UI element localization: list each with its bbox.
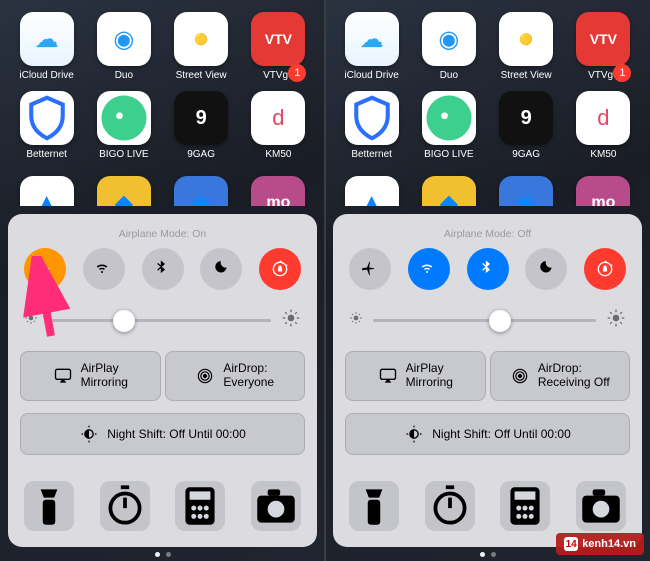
orientation-lock-toggle[interactable] [259, 248, 301, 290]
night-shift-label: Night Shift: Off Until 00:00 [107, 427, 246, 441]
app-row3-1[interactable]: ◆ [416, 170, 482, 206]
night-shift-icon [404, 424, 424, 444]
pane-1: ☁︎iCloud Drive◉Duo🟡Street ViewVTVVTVgoBe… [325, 0, 650, 561]
airplay-label: AirPlayMirroring [406, 362, 453, 390]
app-bigo-live[interactable]: BIGO LIVE [91, 91, 157, 160]
night-shift-label: Night Shift: Off Until 00:00 [432, 427, 571, 441]
airplay-icon [53, 366, 73, 386]
wifi-toggle[interactable] [408, 248, 450, 290]
airplay-label: AirPlayMirroring [81, 362, 128, 390]
night-shift-button[interactable]: Night Shift: Off Until 00:00 [345, 413, 630, 455]
calculator-button[interactable] [175, 481, 225, 531]
airplay-icon [378, 366, 398, 386]
dnd-toggle[interactable] [200, 248, 242, 290]
control-center: Airplane Mode: On AirPlayMirroring AirDr… [8, 214, 317, 547]
airplay-button[interactable]: AirPlayMirroring [20, 351, 161, 401]
brightness-high-icon [606, 308, 626, 333]
airdrop-button[interactable]: AirDrop:Everyone [165, 351, 306, 401]
bluetooth-toggle[interactable] [467, 248, 509, 290]
airplane-toggle[interactable] [349, 248, 391, 290]
watermark: 14 kenh14.vn [556, 533, 644, 555]
app-row3-2[interactable]: ◉ [168, 170, 234, 206]
airdrop-label: AirDrop:Everyone [223, 362, 274, 390]
calculator-button[interactable] [500, 481, 550, 531]
app-row3-0[interactable]: ▲ [14, 170, 80, 206]
flashlight-button[interactable] [349, 481, 399, 531]
timer-button[interactable] [100, 481, 150, 531]
brightness-low-icon [349, 311, 363, 330]
app-9gag[interactable]: 99GAG [168, 91, 234, 160]
brightness-low-icon [24, 311, 38, 330]
app-betternet[interactable]: Betternet [14, 91, 80, 160]
app-bigo-live[interactable]: BIGO LIVE [416, 91, 482, 160]
app-row3-3[interactable]: mo [245, 170, 311, 206]
bluetooth-toggle[interactable] [142, 248, 184, 290]
app-street-view[interactable]: 🟡Street View [168, 12, 234, 81]
app-row3-0[interactable]: ▲ [339, 170, 405, 206]
app-betternet[interactable]: Betternet [339, 91, 405, 160]
wifi-toggle[interactable] [83, 248, 125, 290]
app-icloud-drive[interactable]: ☁︎iCloud Drive [14, 12, 80, 81]
status-hint: Airplane Mode: On [20, 228, 305, 240]
watermark-text: kenh14.vn [582, 538, 636, 550]
camera-button[interactable] [576, 481, 626, 531]
airdrop-icon [195, 366, 215, 386]
app-row3-2[interactable]: ◉ [493, 170, 559, 206]
app-street-view[interactable]: 🟡Street View [493, 12, 559, 81]
airplane-toggle[interactable] [24, 248, 66, 290]
badge: 1 [613, 64, 631, 82]
app-km50[interactable]: d1KM50 [570, 91, 636, 160]
app-row3-3[interactable]: mo [570, 170, 636, 206]
page-dots [0, 552, 325, 557]
app-duo[interactable]: ◉Duo [91, 12, 157, 81]
night-shift-button[interactable]: Night Shift: Off Until 00:00 [20, 413, 305, 455]
flashlight-button[interactable] [24, 481, 74, 531]
night-shift-icon [79, 424, 99, 444]
airplay-button[interactable]: AirPlayMirroring [345, 351, 486, 401]
app-row3-1[interactable]: ◆ [91, 170, 157, 206]
orientation-lock-toggle[interactable] [584, 248, 626, 290]
brightness-slider[interactable] [349, 308, 626, 333]
status-hint: Airplane Mode: Off [345, 228, 630, 240]
watermark-badge: 14 [564, 537, 578, 551]
control-center: Airplane Mode: Off AirPlayMirroring AirD… [333, 214, 642, 547]
app-km50[interactable]: d1KM50 [245, 91, 311, 160]
dnd-toggle[interactable] [525, 248, 567, 290]
brightness-high-icon [281, 308, 301, 333]
app-icloud-drive[interactable]: ☁︎iCloud Drive [339, 12, 405, 81]
pane-0: ☁︎iCloud Drive◉Duo🟡Street ViewVTVVTVgoBe… [0, 0, 325, 561]
airdrop-icon [510, 366, 530, 386]
app-duo[interactable]: ◉Duo [416, 12, 482, 81]
airdrop-label: AirDrop:Receiving Off [538, 362, 610, 390]
airdrop-button[interactable]: AirDrop:Receiving Off [490, 351, 631, 401]
timer-button[interactable] [425, 481, 475, 531]
brightness-slider[interactable] [24, 308, 301, 333]
camera-button[interactable] [251, 481, 301, 531]
app-9gag[interactable]: 99GAG [493, 91, 559, 160]
badge: 1 [288, 64, 306, 82]
